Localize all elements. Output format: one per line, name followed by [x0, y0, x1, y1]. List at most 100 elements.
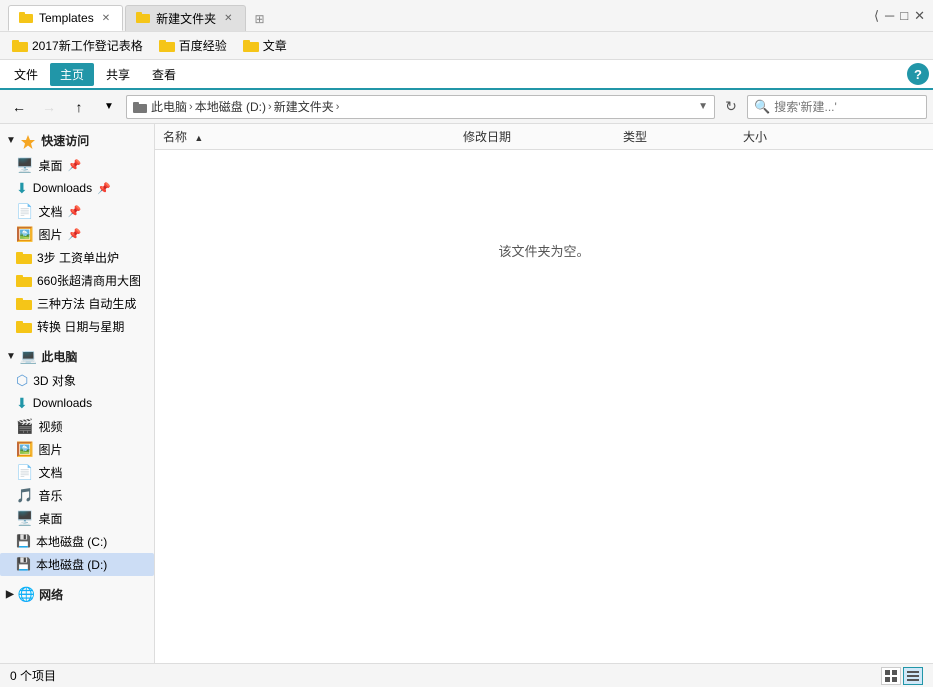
folder-icon-quick-2 — [243, 39, 259, 52]
sort-indicator: ▲ — [194, 133, 203, 143]
search-input[interactable] — [774, 100, 929, 114]
downloads-icon-quick: ⬇ — [16, 180, 28, 197]
address-dropdown-icon[interactable]: ▼ — [698, 101, 708, 112]
help-icon[interactable]: ? — [907, 63, 929, 85]
sidebar-item-folder0[interactable]: 3步 工资单出炉 — [0, 246, 154, 269]
grid-icon — [885, 670, 897, 682]
col-header-name[interactable]: 名称 ▲ — [155, 128, 455, 145]
sidebar-music-label: 音乐 — [38, 487, 62, 504]
tab-new-folder[interactable]: 新建文件夹 ✕ — [125, 5, 245, 31]
sidebar-quick-access-header[interactable]: ▼ 快速访问 — [0, 128, 154, 154]
desktop-icon: 🖥️ — [16, 157, 33, 174]
sidebar-item-desktop-pc[interactable]: 🖥️ 桌面 — [0, 507, 154, 530]
pics-icon-quick: 🖼️ — [16, 226, 33, 243]
sidebar-item-3d[interactable]: ⬡ 3D 对象 — [0, 369, 154, 392]
downloads-icon-pc: ⬇ — [16, 395, 28, 412]
sidebar-video-label: 视频 — [38, 418, 62, 435]
new-tab-button[interactable]: ⊞ — [248, 7, 272, 31]
sidebar-item-music[interactable]: 🎵 音乐 — [0, 484, 154, 507]
tab-templates-close[interactable]: ✕ — [100, 13, 112, 24]
nav-recent-button[interactable]: ▼ — [96, 94, 122, 120]
folder-icon-sidebar3 — [16, 320, 32, 333]
empty-folder-message: 该文件夹为空。 — [155, 150, 933, 350]
col-header-type[interactable]: 类型 — [615, 128, 735, 145]
sidebar-network-header[interactable]: ▶ 🌐 网络 — [0, 582, 154, 607]
sidebar-item-docs-pc[interactable]: 📄 文档 — [0, 461, 154, 484]
search-icon: 🔍 — [754, 99, 770, 115]
crumb-pc[interactable]: 此电脑 — [151, 98, 187, 115]
view-list-button[interactable] — [903, 667, 923, 685]
quick-item-1[interactable]: 百度经验 — [153, 35, 233, 56]
quick-item-0[interactable]: 2017新工作登记表格 — [6, 35, 149, 56]
sidebar-folder0-label: 3步 工资单出炉 — [37, 249, 119, 266]
sidebar-docs-label-quick: 文档 — [38, 203, 62, 220]
nav-back-button[interactable]: ← — [6, 94, 32, 120]
sidebar-item-pics-quick[interactable]: 🖼️ 图片 📌 — [0, 223, 154, 246]
pin-icon-desktop: 📌 — [67, 159, 81, 172]
sidebar-item-downloads-pc[interactable]: ⬇ Downloads — [0, 392, 154, 415]
sidebar-item-video[interactable]: 🎬 视频 — [0, 415, 154, 438]
sidebar-item-desktop[interactable]: 🖥️ 桌面 📌 — [0, 154, 154, 177]
sidebar-folder2-label: 三种方法 自动生成 — [37, 295, 136, 312]
item-count-label: 0 个项目 — [10, 667, 56, 684]
crumb-disk[interactable]: 本地磁盘 (D:) — [195, 98, 266, 115]
tab-new-folder-close[interactable]: ✕ — [222, 13, 234, 24]
sidebar-item-downloads-quick[interactable]: ⬇ Downloads 📌 — [0, 177, 154, 200]
folder-icon-sidebar1 — [16, 274, 32, 287]
window-maximize[interactable]: □ — [900, 8, 908, 23]
desktop-icon-pc: 🖥️ — [16, 510, 33, 527]
ribbon-home[interactable]: 主页 — [50, 63, 94, 86]
address-bar-row: ← → ↑ ▼ 此电脑 › 本地磁盘 (D:) › 新建文件夹 › ▼ ↻ 🔍 — [0, 90, 933, 124]
docs-icon-pc: 📄 — [16, 464, 33, 481]
quick-item-2[interactable]: 文章 — [237, 35, 293, 56]
ribbon-view[interactable]: 查看 — [142, 63, 186, 86]
refresh-button[interactable]: ↻ — [719, 95, 743, 119]
sidebar-downloads-label-quick: Downloads — [33, 181, 92, 195]
sidebar-item-folder1[interactable]: 660张超清商用大图 — [0, 269, 154, 292]
sidebar-network-label: 网络 — [39, 586, 63, 603]
ribbon-share[interactable]: 共享 — [96, 63, 140, 86]
address-folder-icon — [133, 101, 147, 113]
sidebar-item-folder2[interactable]: 三种方法 自动生成 — [0, 292, 154, 315]
sidebar-desktop-label-pc: 桌面 — [38, 510, 62, 527]
folder-icon-sidebar0 — [16, 251, 32, 264]
sidebar-item-docs-quick[interactable]: 📄 文档 📌 — [0, 200, 154, 223]
nav-up-button[interactable]: ↑ — [66, 94, 92, 120]
window-minimize[interactable]: ─ — [885, 8, 894, 23]
disk-d-icon: 💾 — [16, 557, 31, 571]
ribbon-file[interactable]: 文件 — [4, 63, 48, 86]
thispc-chevron: ▼ — [6, 351, 16, 362]
sidebar-item-disk-d[interactable]: 💾 本地磁盘 (D:) — [0, 553, 154, 576]
tab-templates-label: Templates — [39, 11, 94, 25]
quick-access-bar: 2017新工作登记表格 百度经验 文章 — [0, 32, 933, 60]
nav-forward-button[interactable]: → — [36, 94, 62, 120]
folder-icon-quick-0 — [12, 39, 28, 52]
view-grid-button[interactable] — [881, 667, 901, 685]
content-area: 名称 ▲ 修改日期 类型 大小 该文件夹为空。 — [155, 124, 933, 663]
sidebar-thispc-label: 此电脑 — [41, 348, 77, 365]
search-box[interactable]: 🔍 — [747, 95, 927, 119]
breadcrumb: 此电脑 › 本地磁盘 (D:) › 新建文件夹 › — [151, 98, 339, 115]
sidebar-thispc-header[interactable]: ▼ 💻 此电脑 — [0, 344, 154, 369]
sidebar-folder1-label: 660张超清商用大图 — [37, 272, 141, 289]
status-bar: 0 个项目 — [0, 663, 933, 687]
sidebar-item-pics-pc[interactable]: 🖼️ 图片 — [0, 438, 154, 461]
tab-templates[interactable]: Templates ✕ — [8, 5, 123, 31]
network-chevron: ▶ — [6, 589, 14, 600]
tab-folder-icon — [19, 11, 33, 26]
column-headers: 名称 ▲ 修改日期 类型 大小 — [155, 124, 933, 150]
pin-icon-docs: 📌 — [67, 205, 81, 218]
sidebar-item-folder3[interactable]: 转换 日期与星期 — [0, 315, 154, 338]
window-close[interactable]: ✕ — [914, 8, 925, 24]
crumb-folder[interactable]: 新建文件夹 — [274, 98, 334, 115]
sidebar-desktop-label: 桌面 — [38, 157, 62, 174]
address-box[interactable]: 此电脑 › 本地磁盘 (D:) › 新建文件夹 › ▼ — [126, 95, 715, 119]
docs-icon-quick: 📄 — [16, 203, 33, 220]
forward-nav[interactable]: ⟨ — [874, 8, 879, 24]
sidebar-folder3-label: 转换 日期与星期 — [37, 318, 124, 335]
sidebar-item-disk-c[interactable]: 💾 本地磁盘 (C:) — [0, 530, 154, 553]
tab-new-folder-icon — [136, 11, 150, 26]
col-header-date[interactable]: 修改日期 — [455, 128, 615, 145]
network-icon: 🌐 — [18, 586, 35, 603]
col-header-size[interactable]: 大小 — [735, 128, 835, 145]
